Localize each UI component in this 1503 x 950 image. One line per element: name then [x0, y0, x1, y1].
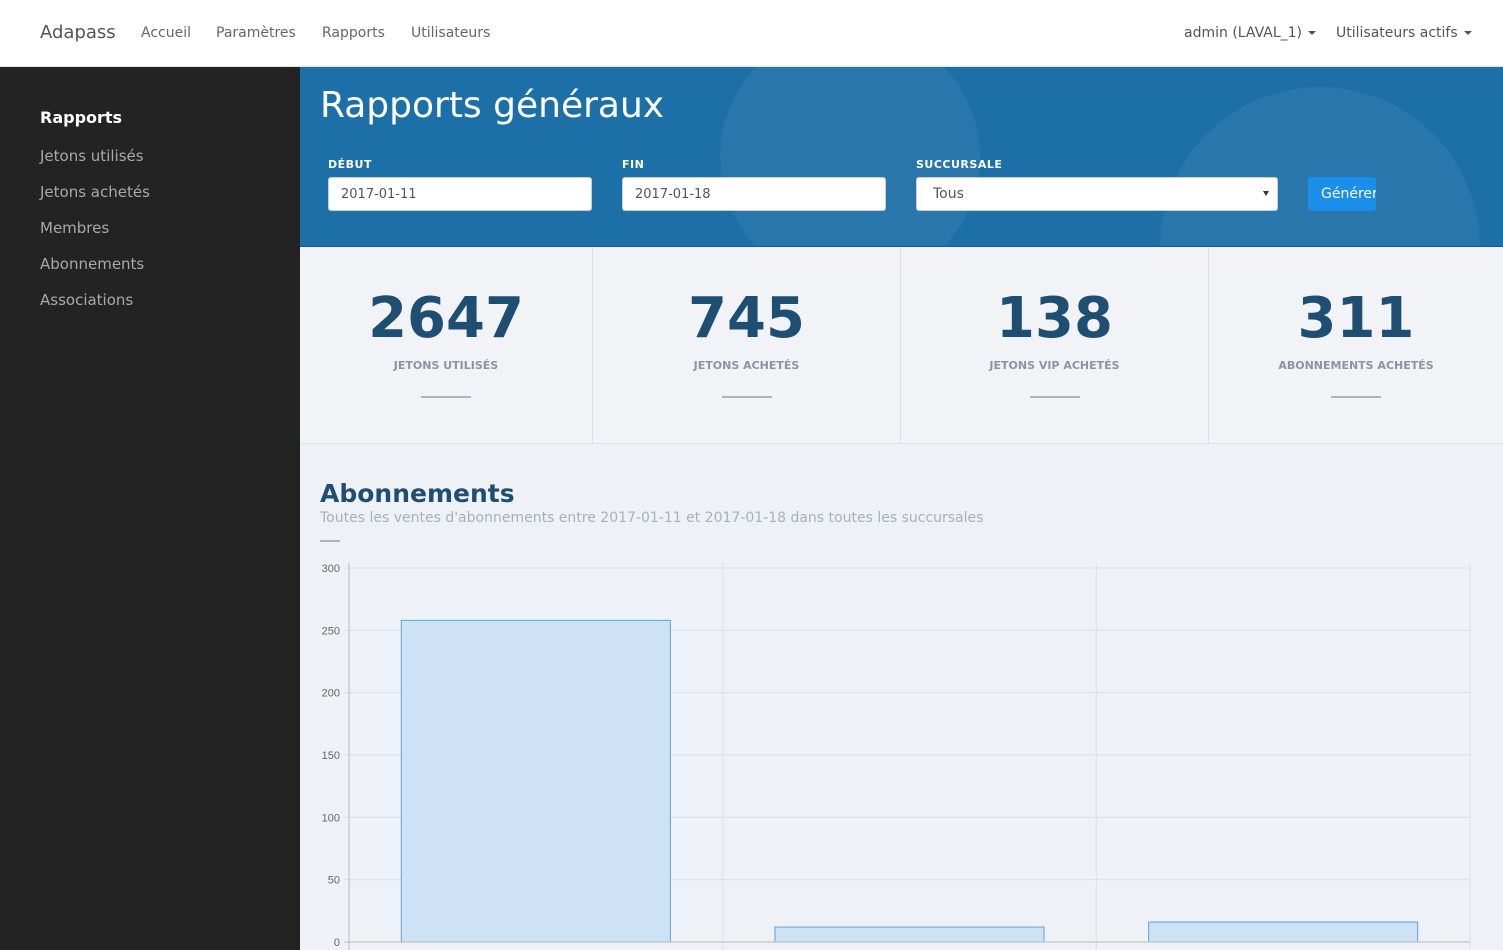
y-tick-label: 150	[322, 750, 340, 762]
stat-divider	[421, 396, 471, 398]
subscriptions-bar-chart: 0 50 100 150 200 250 300	[322, 563, 1471, 950]
sidebar-item-associations[interactable]: Associations	[40, 291, 133, 309]
stat-tokens-bought: 745 JETONS ACHETÉS	[593, 248, 901, 444]
sidebar-item-abonnements[interactable]: Abonnements	[40, 255, 144, 273]
brand-logo[interactable]: Adapass	[40, 22, 116, 43]
caret-down-icon	[1463, 31, 1472, 35]
report-header-banner: Rapports généraux DÉBUT FIN SUCCURSALE T…	[300, 67, 1503, 247]
stats-panel: 2647 JETONS UTILISÉS 745 JETONS ACHETÉS …	[300, 248, 1503, 444]
user-menu-label: admin (LAVAL_1)	[1184, 25, 1303, 41]
active-users-menu[interactable]: Utilisateurs actifs	[1336, 25, 1472, 41]
nav-accueil[interactable]: Accueil	[141, 25, 191, 41]
sidebar-title-rapports[interactable]: Rapports	[40, 108, 122, 127]
stat-subscriptions-bought: 311 ABONNEMENTS ACHETÉS	[1209, 248, 1503, 444]
user-menu[interactable]: admin (LAVAL_1)	[1184, 25, 1317, 41]
active-users-label: Utilisateurs actifs	[1336, 25, 1458, 41]
y-tick-label: 200	[322, 688, 340, 700]
branch-label: SUCCURSALE	[916, 158, 1003, 171]
stat-label: JETONS UTILISÉS	[393, 359, 499, 372]
y-tick-label: 250	[322, 625, 340, 637]
background-decoration	[720, 67, 980, 246]
y-tick-label: 50	[328, 875, 340, 887]
branch-select-value: Tous	[933, 186, 964, 202]
sidebar-item-membres[interactable]: Membres	[40, 219, 109, 237]
background-decoration	[1160, 87, 1480, 246]
end-date-input[interactable]	[622, 177, 886, 211]
nav-utilisateurs[interactable]: Utilisateurs	[411, 25, 490, 41]
select-arrow-icon	[1263, 191, 1269, 196]
generate-button[interactable]: Générer	[1308, 177, 1376, 211]
stat-divider	[1331, 396, 1381, 398]
y-tick-label: 100	[322, 812, 340, 824]
page-title: Rapports généraux	[320, 85, 665, 126]
section-subtitle: Toutes les ventes d'abonnements entre 20…	[320, 510, 984, 526]
end-date-label: FIN	[622, 158, 645, 171]
nav-parametres[interactable]: Paramètres	[216, 25, 296, 41]
stat-tokens-used: 2647 JETONS UTILISÉS	[300, 248, 593, 444]
section-title: Abonnements	[320, 479, 515, 508]
caret-down-icon	[1308, 31, 1317, 35]
stat-value: 745	[688, 286, 805, 351]
bar	[400, 619, 671, 943]
start-date-input[interactable]	[328, 177, 592, 211]
y-tick-label: 0	[334, 937, 340, 949]
stat-label: JETONS VIP ACHETÉS	[989, 359, 1120, 372]
nav-rapports[interactable]: Rapports	[322, 25, 385, 41]
bar	[774, 926, 1045, 943]
stat-label: ABONNEMENTS ACHETÉS	[1278, 359, 1434, 372]
stat-value: 138	[996, 286, 1113, 351]
start-date-label: DÉBUT	[328, 158, 372, 171]
sidebar-item-jetons-achetes[interactable]: Jetons achetés	[40, 183, 150, 201]
stat-divider	[1029, 396, 1080, 398]
bar	[1148, 921, 1419, 943]
stat-value: 2647	[368, 286, 524, 351]
sidebar-item-jetons-utilises[interactable]: Jetons utilisés	[40, 147, 144, 165]
y-tick-label: 300	[322, 563, 340, 575]
stat-vip-tokens-bought: 138 JETONS VIP ACHETÉS	[901, 248, 1209, 444]
section-divider	[320, 540, 340, 542]
sidebar: Rapports Jetons utilisés Jetons achetés …	[0, 67, 300, 950]
stat-value: 311	[1297, 286, 1415, 351]
top-navbar: Adapass Accueil Paramètres Rapports Util…	[0, 0, 1503, 67]
branch-select[interactable]: Tous	[916, 177, 1278, 211]
stat-label: JETONS ACHETÉS	[693, 359, 800, 372]
stat-divider	[721, 396, 772, 398]
